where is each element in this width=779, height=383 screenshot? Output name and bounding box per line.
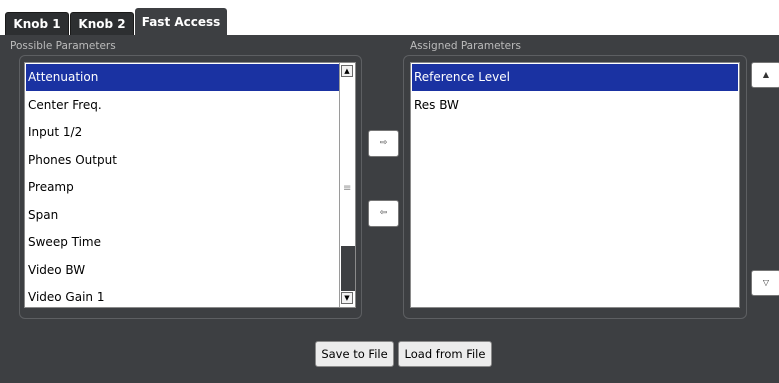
save-to-file-button[interactable]: Save to File: [315, 341, 394, 367]
list-item[interactable]: Span: [26, 202, 341, 229]
scroll-track-shade: [341, 246, 355, 291]
tab-knob-1[interactable]: Knob 1: [5, 12, 69, 35]
tab-bar: Knob 1 Knob 2 Fast Access: [0, 0, 779, 36]
list-item[interactable]: Sweep Time: [26, 229, 341, 256]
scroll-down-icon[interactable]: ▼: [341, 292, 353, 304]
arrow-left-icon: ⇦: [379, 208, 388, 218]
possible-parameters-label: Possible Parameters: [10, 40, 116, 52]
possible-parameters-list[interactable]: Attenuation Center Freq. Input 1/2 Phone…: [24, 62, 356, 308]
list-item[interactable]: Phones Output: [26, 147, 341, 174]
list-item[interactable]: Res BW: [412, 92, 738, 119]
scroll-thumb-grip-icon[interactable]: ≡: [343, 184, 351, 194]
triangle-down-icon: ▽: [762, 278, 770, 287]
triangle-up-icon: ▲: [762, 70, 770, 79]
list-item[interactable]: Preamp: [26, 174, 341, 201]
assigned-parameters-list[interactable]: Reference Level Res BW: [410, 62, 740, 308]
add-parameter-button[interactable]: ⇨: [368, 130, 399, 157]
fast-access-panel: Possible Parameters Attenuation Center F…: [0, 35, 779, 383]
list-item[interactable]: Input 1/2: [26, 119, 341, 146]
list-item[interactable]: Video BW: [26, 257, 341, 284]
list-item[interactable]: Video Gain 1: [26, 284, 341, 307]
scroll-up-icon[interactable]: ▲: [341, 65, 353, 77]
tab-fast-access[interactable]: Fast Access: [135, 8, 227, 36]
load-from-file-button[interactable]: Load from File: [398, 341, 492, 367]
arrow-right-icon: ⇨: [379, 138, 388, 148]
remove-parameter-button[interactable]: ⇦: [368, 200, 399, 227]
move-down-button[interactable]: ▽: [751, 270, 779, 296]
list-scrollbar[interactable]: ▲ ≡ ▼: [339, 63, 355, 307]
tab-knob-2[interactable]: Knob 2: [70, 12, 134, 35]
list-item[interactable]: Attenuation: [26, 64, 341, 91]
move-up-button[interactable]: ▲: [751, 62, 779, 88]
list-item[interactable]: Reference Level: [412, 64, 738, 91]
list-item[interactable]: Center Freq.: [26, 92, 341, 119]
assigned-parameters-label: Assigned Parameters: [410, 40, 521, 52]
